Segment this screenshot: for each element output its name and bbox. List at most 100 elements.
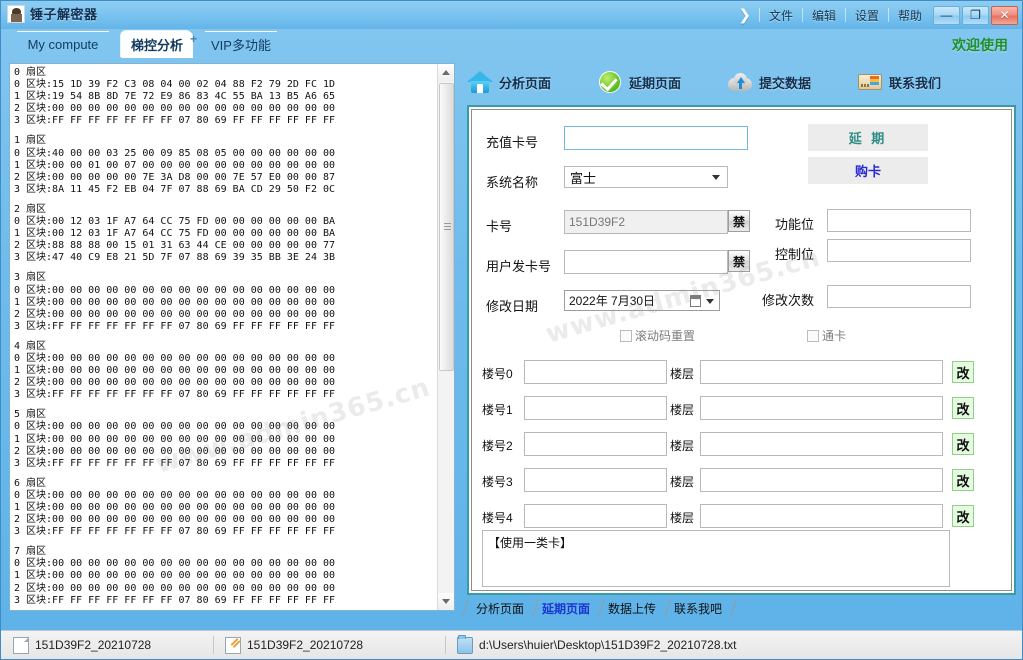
tab-vip-multifunction-label: VIP多功能 bbox=[211, 38, 271, 53]
toolbar-button-extend-label: 延期页面 bbox=[629, 75, 682, 91]
status-path-cell: d:\Users\huier\Desktop\151D39F2_20210728… bbox=[445, 631, 737, 659]
file-icon bbox=[13, 636, 29, 654]
hex-block-line: 3 区块:FF FF FF FF FF FF FF 07 80 69 FF FF… bbox=[14, 320, 336, 332]
building-no-label-2: 楼号2 bbox=[482, 439, 513, 453]
toolbar-button-submit[interactable]: 提交数据 bbox=[727, 69, 811, 95]
status-edit-cell: 151D39F2_20210728 bbox=[213, 631, 445, 659]
hex-block-line: 2 区块:88 88 88 00 15 01 31 63 44 CE 00 00… bbox=[14, 240, 336, 252]
edit-button-2[interactable]: 改 bbox=[952, 433, 974, 455]
toolbar-button-contact-label: 联系我们 bbox=[889, 75, 942, 91]
hex-block-line: 3 区块:FF FF FF FF FF FF FF 07 80 69 FF FF… bbox=[14, 389, 336, 401]
app-hammer-icon bbox=[7, 4, 25, 23]
user-card-no-ban-button[interactable]: 禁 bbox=[728, 250, 750, 272]
minimize-button[interactable]: — bbox=[933, 5, 960, 25]
checkbox-box bbox=[807, 329, 819, 342]
edit-button-3[interactable]: 改 bbox=[952, 469, 974, 491]
hex-sector: 5 扇区 0 区块:00 00 00 00 00 00 00 00 00 00 0… bbox=[14, 409, 434, 469]
menu-item-file[interactable]: 文件 bbox=[760, 5, 802, 26]
building-no-input-4[interactable] bbox=[524, 504, 667, 528]
hex-block-line: 1 区块:00 00 00 00 00 00 00 00 00 00 00 00… bbox=[14, 296, 336, 308]
universal-card-checkbox[interactable]: 通卡 bbox=[807, 327, 846, 344]
scrollbar-thumb[interactable] bbox=[439, 83, 454, 371]
floor-input-4[interactable] bbox=[700, 504, 943, 528]
buy-card-button-label: 购卡 bbox=[854, 164, 881, 179]
scroll-down-arrow-icon[interactable] bbox=[438, 593, 454, 610]
floor-label-0: 楼层 bbox=[670, 367, 695, 381]
maximize-button[interactable]: ❐ bbox=[962, 5, 989, 25]
scroll-up-arrow-icon[interactable] bbox=[438, 64, 454, 81]
card-no-ban-button[interactable]: 禁 bbox=[728, 210, 750, 232]
building-no-input-2[interactable] bbox=[524, 432, 667, 456]
control-bit-input[interactable] bbox=[827, 239, 971, 262]
status-bar: 151D39F2_20210728 151D39F2_20210728 d:\U… bbox=[1, 630, 1022, 659]
hex-block-line: 0 区块:15 1D 39 F2 C3 08 04 00 02 04 88 F2… bbox=[14, 79, 336, 91]
floor-label-4: 楼层 bbox=[670, 511, 695, 525]
user-card-no-input[interactable] bbox=[564, 250, 728, 274]
toolbar-button-analysis-label: 分析页面 bbox=[499, 75, 552, 91]
hex-block-line: 2 区块:00 00 00 00 00 00 00 00 00 00 00 00… bbox=[14, 445, 336, 457]
toolbar-button-contact[interactable]: 联系我们 bbox=[857, 69, 941, 95]
application-window: 锤子解密器 ❯ 文件 编辑 设置 帮助 — ❐ ✕ My compute 梯控分… bbox=[0, 0, 1023, 660]
function-bit-input[interactable] bbox=[827, 209, 971, 232]
extend-button[interactable]: 延 期 bbox=[808, 124, 928, 151]
building-no-input-3[interactable] bbox=[524, 468, 667, 492]
hex-block-line: 1 区块:00 00 00 00 00 00 00 00 00 00 00 00… bbox=[14, 433, 336, 445]
hex-block-line: 1 区块:00 00 01 00 07 00 00 00 00 00 00 00… bbox=[14, 159, 336, 171]
tab-tikong-analysis[interactable]: 梯控分析 + bbox=[121, 31, 197, 58]
hex-block-line: 3 区块:FF FF FF FF FF FF FF 07 80 69 FF FF… bbox=[14, 115, 336, 127]
user-card-no-label: 用户发卡号 bbox=[486, 259, 552, 274]
menu-item-settings[interactable]: 设置 bbox=[846, 5, 888, 26]
floor-label-2: 楼层 bbox=[670, 439, 695, 453]
hex-sector: 1 扇区 0 区块:40 00 00 03 25 00 09 85 08 05 0… bbox=[14, 135, 434, 195]
hex-block-line: 0 区块:00 12 03 1F A7 64 CC 75 FD 00 00 00… bbox=[14, 216, 336, 228]
tab-my-compute[interactable]: My compute bbox=[9, 31, 117, 58]
system-name-select[interactable]: 富士 bbox=[564, 166, 728, 188]
card-no-input[interactable] bbox=[564, 210, 728, 234]
hex-sector: 4 扇区 0 区块:00 00 00 00 00 00 00 00 00 00 0… bbox=[14, 341, 434, 401]
tab-vip-multifunction[interactable]: VIP多功能 bbox=[197, 31, 285, 58]
memo-box[interactable]: 【使用一类卡】 bbox=[482, 530, 950, 587]
hex-block-line: 3 区块:8A 11 45 F2 EB 04 7F 07 88 69 BA CD… bbox=[14, 183, 336, 195]
hex-block-line: 1 区块:00 00 00 00 00 00 00 00 00 00 00 00… bbox=[14, 570, 336, 582]
hex-sector: 6 扇区 0 区块:00 00 00 00 00 00 00 00 00 00 0… bbox=[14, 478, 434, 538]
bottom-tab-2[interactable]: 数据上传 bbox=[599, 598, 671, 618]
recharge-card-label: 充值卡号 bbox=[486, 135, 539, 150]
extend-button-label: 延 期 bbox=[848, 131, 888, 146]
modify-count-input[interactable] bbox=[827, 285, 971, 308]
close-button[interactable]: ✕ bbox=[991, 5, 1018, 25]
chevron-right-icon[interactable]: ❯ bbox=[734, 6, 759, 24]
edit-button-4[interactable]: 改 bbox=[952, 505, 974, 527]
close-icon: ✕ bbox=[999, 8, 1010, 22]
toolbar-button-extend[interactable]: 延期页面 bbox=[597, 69, 681, 95]
floor-input-2[interactable] bbox=[700, 432, 943, 456]
building-no-input-1[interactable] bbox=[524, 396, 667, 420]
buy-card-button[interactable]: 购卡 bbox=[808, 157, 928, 184]
recharge-card-input[interactable] bbox=[564, 126, 748, 150]
cloud-upload-icon bbox=[727, 69, 753, 95]
modify-date-picker[interactable]: 2022年 7月30日 bbox=[564, 290, 720, 311]
hex-block-line: 2 区块:00 00 00 00 00 00 00 00 00 00 00 00… bbox=[14, 582, 336, 594]
tab-add-icon[interactable]: + bbox=[190, 32, 197, 46]
hex-sector-header: 5 扇区 bbox=[14, 409, 47, 421]
bottom-tab-0[interactable]: 分析页面 bbox=[467, 598, 539, 618]
bottom-tab-1[interactable]: 延期页面 bbox=[533, 598, 605, 618]
floor-input-0[interactable] bbox=[700, 360, 943, 384]
edit-button-1[interactable]: 改 bbox=[952, 397, 974, 419]
floor-input-1[interactable] bbox=[700, 396, 943, 420]
edit-button-0[interactable]: 改 bbox=[952, 361, 974, 383]
hex-block-line: 1 区块:00 00 00 00 00 00 00 00 00 00 00 00… bbox=[14, 502, 336, 513]
bottom-tab-label: 数据上传 bbox=[608, 601, 657, 616]
menu-item-help[interactable]: 帮助 bbox=[889, 5, 931, 26]
floor-input-3[interactable] bbox=[700, 468, 943, 492]
bottom-tab-3[interactable]: 联系我吧 bbox=[665, 598, 737, 618]
building-no-input-0[interactable] bbox=[524, 360, 667, 384]
bottom-tab-strip: 分析页面 延期页面 数据上传 联系我吧 bbox=[467, 597, 737, 619]
hex-block-line: 3 区块:FF FF FF FF FF FF FF 07 80 69 FF FF… bbox=[14, 457, 336, 469]
toolbar-button-analysis[interactable]: 分析页面 bbox=[467, 69, 551, 95]
hex-scrollbar[interactable] bbox=[437, 64, 454, 610]
menu-item-edit[interactable]: 编辑 bbox=[803, 5, 845, 26]
status-path: d:\Users\huier\Desktop\151D39F2_20210728… bbox=[479, 638, 737, 652]
hex-dump-content[interactable]: 0 扇区 0 区块:15 1D 39 F2 C3 08 04 00 02 04 8… bbox=[14, 67, 434, 610]
edit-file-icon bbox=[225, 636, 241, 654]
rolling-reset-checkbox[interactable]: 滚动码重置 bbox=[620, 327, 695, 344]
